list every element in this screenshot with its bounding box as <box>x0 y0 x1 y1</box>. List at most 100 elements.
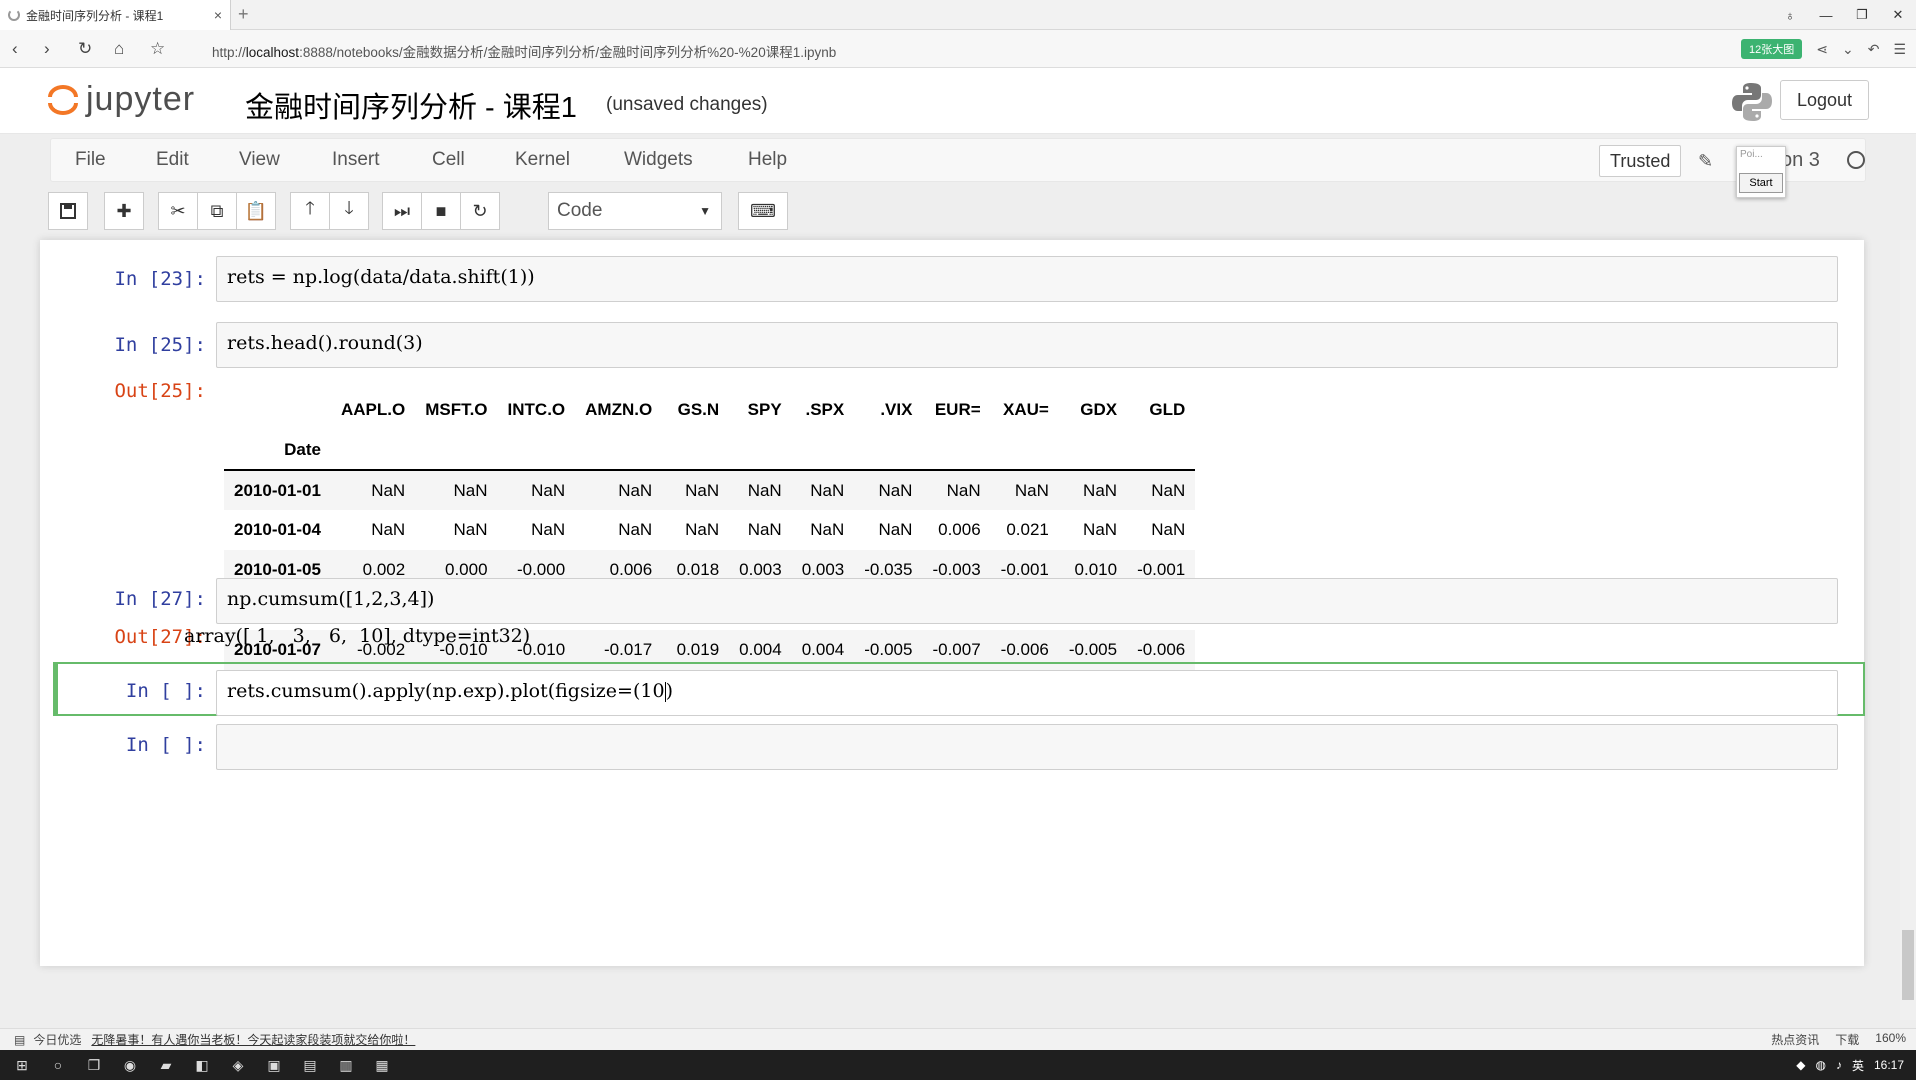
windows-start-icon[interactable]: ⊞ <box>8 1054 36 1076</box>
app-icon[interactable]: ▣ <box>260 1054 288 1076</box>
column-header: .SPX <box>805 400 845 419</box>
url-prefix: http:// <box>212 45 246 60</box>
row-index-date: 2010-01-04 <box>234 520 321 539</box>
cut-button[interactable]: ✂ <box>158 192 198 230</box>
task-view-icon[interactable]: ❐ <box>80 1054 108 1076</box>
clock[interactable]: 16:17 <box>1874 1058 1904 1072</box>
jupyter-logo-icon <box>46 81 82 119</box>
search-icon[interactable]: ○ <box>44 1054 72 1076</box>
app-icon[interactable]: ◈ <box>224 1054 252 1076</box>
back-icon[interactable]: ‹ <box>12 39 18 59</box>
table-cell: NaN <box>685 480 720 500</box>
news-link[interactable]: 无降暑事！有人遇你当老板！今天起读家段装项就交给你啦！ <box>91 1031 415 1048</box>
pencil-icon[interactable]: ✎ <box>1698 151 1713 172</box>
step-forward-icon: ⏭ <box>393 200 411 221</box>
menu-help[interactable]: Help <box>748 149 787 171</box>
address-bar: ‹ › ↻ ⌂ ☆ http://localhost:8888/notebook… <box>0 30 1916 68</box>
minimize-icon[interactable]: — <box>1808 0 1844 30</box>
undo-icon[interactable]: ↶ <box>1868 41 1880 58</box>
table-cell: NaN <box>531 520 566 539</box>
hot-news-link[interactable]: 热点资讯 <box>1771 1031 1819 1048</box>
menubar: File Edit View Insert Cell Kernel Widget… <box>50 138 1866 182</box>
url-host: localhost <box>245 45 300 60</box>
copy-button[interactable]: ⧉ <box>197 192 237 230</box>
code-input[interactable]: rets = np.log(data/data.shift(1)) <box>216 256 1838 302</box>
menu-icon[interactable]: ☰ <box>1893 41 1906 58</box>
output-text: array([ 1, 3, 6, 10], dtype=int32) <box>184 625 531 647</box>
tray-icon[interactable]: ◆ <box>1796 1058 1805 1072</box>
caret-down-icon: ▼ <box>699 204 711 218</box>
browser-tab[interactable]: 金融时间序列分析 - 课程1 × <box>0 0 231 30</box>
app-icon[interactable]: ▤ <box>296 1054 324 1076</box>
interrupt-button[interactable]: ■ <box>421 192 461 230</box>
save-button[interactable] <box>48 192 88 230</box>
start-button[interactable]: Start <box>1739 173 1783 193</box>
column-header: GDX <box>1080 400 1118 419</box>
app-icon[interactable]: ▦ <box>368 1054 396 1076</box>
menu-edit[interactable]: Edit <box>156 149 189 171</box>
menu-kernel[interactable]: Kernel <box>515 149 570 171</box>
code-input[interactable]: rets.head().round(3) <box>216 322 1838 368</box>
folder-icon[interactable]: ▰ <box>152 1054 180 1076</box>
command-palette-button[interactable]: ⌨ <box>738 192 788 230</box>
share-icon[interactable]: ⋖ <box>1816 41 1828 58</box>
run-button[interactable]: ⏭ <box>382 192 422 230</box>
table-row: 2010-01-04 NaN NaN NaN NaN NaN NaN NaN NaN 0.006 0… <box>224 510 1195 550</box>
python-icon <box>1732 83 1772 121</box>
menu-view[interactable]: View <box>239 149 280 171</box>
restore-icon[interactable]: ❐ <box>1844 0 1880 30</box>
insert-cell-button[interactable]: ✚ <box>104 192 144 230</box>
url-path: :8888/notebooks/金融数据分析/金融时间序列分析/金融时间序列分析… <box>299 45 837 60</box>
table-cell: NaN <box>685 520 720 539</box>
close-window-icon[interactable]: ✕ <box>1880 0 1916 30</box>
paste-button[interactable]: 📋 <box>236 192 276 230</box>
forward-icon[interactable]: › <box>44 39 50 59</box>
zoom-level[interactable]: 160% <box>1875 1031 1906 1048</box>
trusted-indicator[interactable]: Trusted <box>1599 145 1682 177</box>
notebook-title[interactable]: 金融时间序列分析 - 课程1 <box>245 84 577 126</box>
scrollbar-thumb[interactable] <box>1902 930 1914 1000</box>
page-scrollbar[interactable] <box>1900 240 1916 1020</box>
kernel-status-icon <box>1847 151 1865 169</box>
cell-type-select[interactable]: Code ▼ <box>548 192 722 230</box>
today-picks-label[interactable]: 今日优选 <box>33 1031 81 1048</box>
move-down-button[interactable]: 🡓 <box>329 192 369 230</box>
browser-app-icon[interactable]: ◉ <box>116 1054 144 1076</box>
restart-button[interactable]: ↻ <box>460 192 500 230</box>
table-row: 2010-01-01 NaN NaN NaN NaN NaN NaN NaN NaN NaN NaN… <box>224 470 1196 510</box>
code-input[interactable] <box>216 724 1838 770</box>
dropdown-icon[interactable]: ⌄ <box>1842 41 1854 58</box>
new-tab-icon[interactable]: + <box>238 4 249 25</box>
menu-file[interactable]: File <box>75 149 106 171</box>
jupyter-wordmark: jupyter <box>86 80 196 118</box>
shirt-icon[interactable]: ♁ <box>1772 0 1808 30</box>
today-picks-icon[interactable]: ▤ <box>14 1033 25 1047</box>
index-name-row: Date <box>224 430 1196 470</box>
column-header: AAPL.O <box>340 400 406 419</box>
home-icon[interactable]: ⌂ <box>114 39 124 59</box>
star-icon[interactable]: ☆ <box>150 39 165 59</box>
code-input[interactable]: np.cumsum([1,2,3,4]) <box>216 578 1838 624</box>
code-text: rets.cumsum().apply(np.exp).plot(figsize… <box>227 680 665 702</box>
save-icon <box>60 203 76 219</box>
network-icon[interactable]: ◍ <box>1815 1058 1825 1072</box>
stop-icon: ■ <box>435 200 447 221</box>
paste-icon: 📋 <box>244 200 268 221</box>
menu-insert[interactable]: Insert <box>332 149 380 171</box>
app-icon[interactable]: ▥ <box>332 1054 360 1076</box>
download-link[interactable]: 下载 <box>1835 1031 1859 1048</box>
app-icon[interactable]: ◧ <box>188 1054 216 1076</box>
url-field[interactable]: http://localhost:8888/notebooks/金融数据分析/金… <box>212 41 836 61</box>
move-up-button[interactable]: 🡑 <box>290 192 330 230</box>
close-icon[interactable]: × <box>214 7 222 23</box>
logout-button[interactable]: Logout <box>1780 80 1869 120</box>
image-badge[interactable]: 12张大图 <box>1740 39 1803 59</box>
reload-icon[interactable]: ↻ <box>78 39 92 59</box>
jupyter-logo[interactable]: jupyter <box>46 80 195 119</box>
menu-cell[interactable]: Cell <box>432 149 465 171</box>
menu-widgets[interactable]: Widgets <box>624 149 693 171</box>
ime-indicator[interactable]: 英 <box>1852 1057 1864 1074</box>
volume-icon[interactable]: ♪ <box>1836 1058 1842 1072</box>
table-cell: NaN <box>878 480 913 500</box>
code-input-active[interactable]: rets.cumsum().apply(np.exp).plot(figsize… <box>216 670 1838 716</box>
